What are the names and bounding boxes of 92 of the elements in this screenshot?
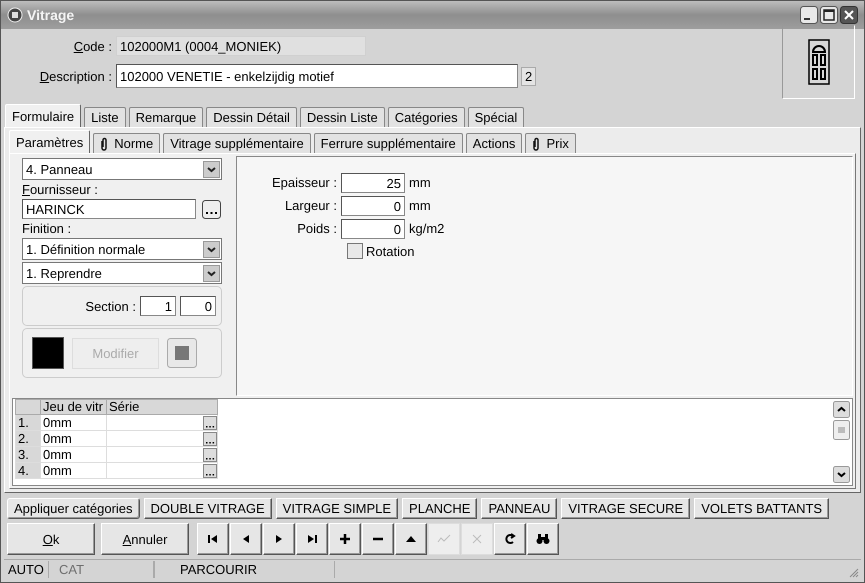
scroll-up-icon[interactable] (833, 401, 850, 418)
category-button[interactable]: VITRAGE SECURE (561, 498, 690, 519)
plus-button[interactable] (329, 523, 361, 555)
binoculars-button[interactable] (527, 523, 559, 555)
measure-field[interactable]: 0 (341, 218, 405, 238)
corner-cell (16, 400, 40, 414)
category-button[interactable]: PANNEAU (481, 498, 558, 519)
category-button[interactable]: Appliquer catégories (7, 498, 140, 519)
description-label: Description : (38, 68, 113, 84)
row-number: 4. (16, 462, 40, 478)
up-arrow-button[interactable] (395, 523, 427, 555)
first-record-button[interactable] (197, 523, 229, 555)
unit-label: kg/m2 (408, 221, 444, 236)
ellipsis-icon[interactable] (203, 416, 217, 430)
minimize-icon[interactable] (800, 6, 818, 24)
tab[interactable]: Dessin Détail (206, 107, 297, 127)
next-button[interactable] (263, 523, 295, 555)
action-button[interactable]: Ok (7, 523, 95, 555)
category-button[interactable]: PLANCHE (402, 498, 478, 519)
action-button[interactable]: Annuler (101, 523, 189, 555)
supplier-label: Fournisseur : (22, 182, 99, 197)
ellipsis-icon[interactable] (203, 432, 217, 446)
tab[interactable]: Actions (466, 133, 522, 153)
tab[interactable]: Formulaire (5, 104, 82, 127)
row-number: 2. (16, 430, 40, 446)
first-record-icon (206, 532, 220, 546)
resize-grip-icon[interactable] (849, 568, 859, 578)
window-title: Vitrage (27, 7, 76, 23)
tab[interactable]: Liste (84, 107, 126, 127)
row-number: 3. (16, 446, 40, 462)
count-badge: 2 (521, 66, 536, 86)
minus-button[interactable] (362, 523, 394, 555)
tab[interactable]: Catégories (388, 107, 465, 127)
scrollbar[interactable] (831, 399, 852, 485)
category-button[interactable]: DOUBLE VITRAGE (144, 498, 272, 519)
previous-button[interactable] (230, 523, 262, 555)
code-field[interactable]: 102000M1 (0004_MONIEK) (116, 36, 366, 56)
last-record-button[interactable] (296, 523, 328, 555)
unit-label: mm (408, 198, 431, 213)
category-button[interactable]: VOLETS BATTANTS (694, 498, 830, 519)
refresh-icon (503, 532, 517, 546)
status-text: CAT (49, 561, 154, 578)
ellipsis-icon[interactable] (203, 448, 217, 462)
ellipsis-icon[interactable] (202, 200, 221, 218)
status-text: PARCOURIR (154, 561, 335, 578)
scroll-down-icon[interactable] (833, 466, 850, 483)
tab[interactable]: Vitrage supplémentaire (163, 133, 311, 153)
section-label: Section : (85, 298, 136, 314)
table-cell: 0mm (40, 430, 106, 446)
tab[interactable]: Norme (93, 133, 160, 153)
measure-label: Epaisseur : (270, 175, 338, 190)
row-number: 1. (16, 414, 40, 430)
code-label: Code : (72, 38, 113, 54)
finish-label: Finition : (22, 221, 72, 236)
refresh-button[interactable] (494, 523, 526, 555)
tab[interactable]: Paramètres (9, 130, 90, 153)
table-cell: 0mm (40, 414, 106, 430)
finish-dropdown[interactable]: 1. Définition normale (22, 238, 222, 260)
tab[interactable]: Dessin Liste (300, 107, 385, 127)
ellipsis-icon[interactable] (203, 464, 217, 478)
column-header: Jeu de vitr (40, 400, 106, 414)
table-cell: 0mm (40, 446, 106, 462)
column-header: Série (106, 400, 218, 414)
scroll-thumb-icon[interactable] (833, 420, 850, 440)
cross-icon (470, 532, 484, 546)
tab[interactable]: Remarque (128, 107, 204, 127)
measure-field[interactable]: 0 (341, 196, 405, 216)
tab[interactable]: Spécial (468, 107, 524, 127)
unit-label: mm (408, 175, 431, 190)
plus-icon (338, 532, 352, 546)
section-field[interactable]: 1 (140, 296, 176, 316)
last-record-icon (305, 532, 319, 546)
table-cell: 0mm (40, 462, 106, 478)
section-field[interactable]: 0 (180, 296, 216, 316)
binoculars-icon (536, 532, 550, 546)
description-field[interactable]: 102000 VENETIE - enkelzijdig motief (116, 64, 518, 88)
tab[interactable]: Ferrure supplémentaire (314, 133, 463, 153)
supplier-field[interactable]: HARINCK (22, 199, 196, 219)
type-dropdown[interactable]: 4. Panneau (22, 158, 222, 180)
mode-dropdown[interactable]: 1. Reprendre (22, 262, 222, 284)
rotation-checkbox[interactable]: Rotation (347, 243, 852, 259)
close-icon[interactable] (840, 6, 858, 24)
measure-field[interactable]: 25 (341, 172, 405, 192)
measure-label: Largeur : (284, 198, 338, 213)
color-picker-icon[interactable] (167, 338, 197, 368)
app-icon (7, 7, 23, 23)
measure-label: Poids : (296, 221, 338, 236)
door-icon (808, 39, 830, 85)
tab[interactable]: Prix (525, 133, 576, 153)
category-button[interactable]: VITRAGE SIMPLE (276, 498, 398, 519)
maximize-icon[interactable] (820, 6, 838, 24)
status-text: AUTO (4, 561, 49, 578)
